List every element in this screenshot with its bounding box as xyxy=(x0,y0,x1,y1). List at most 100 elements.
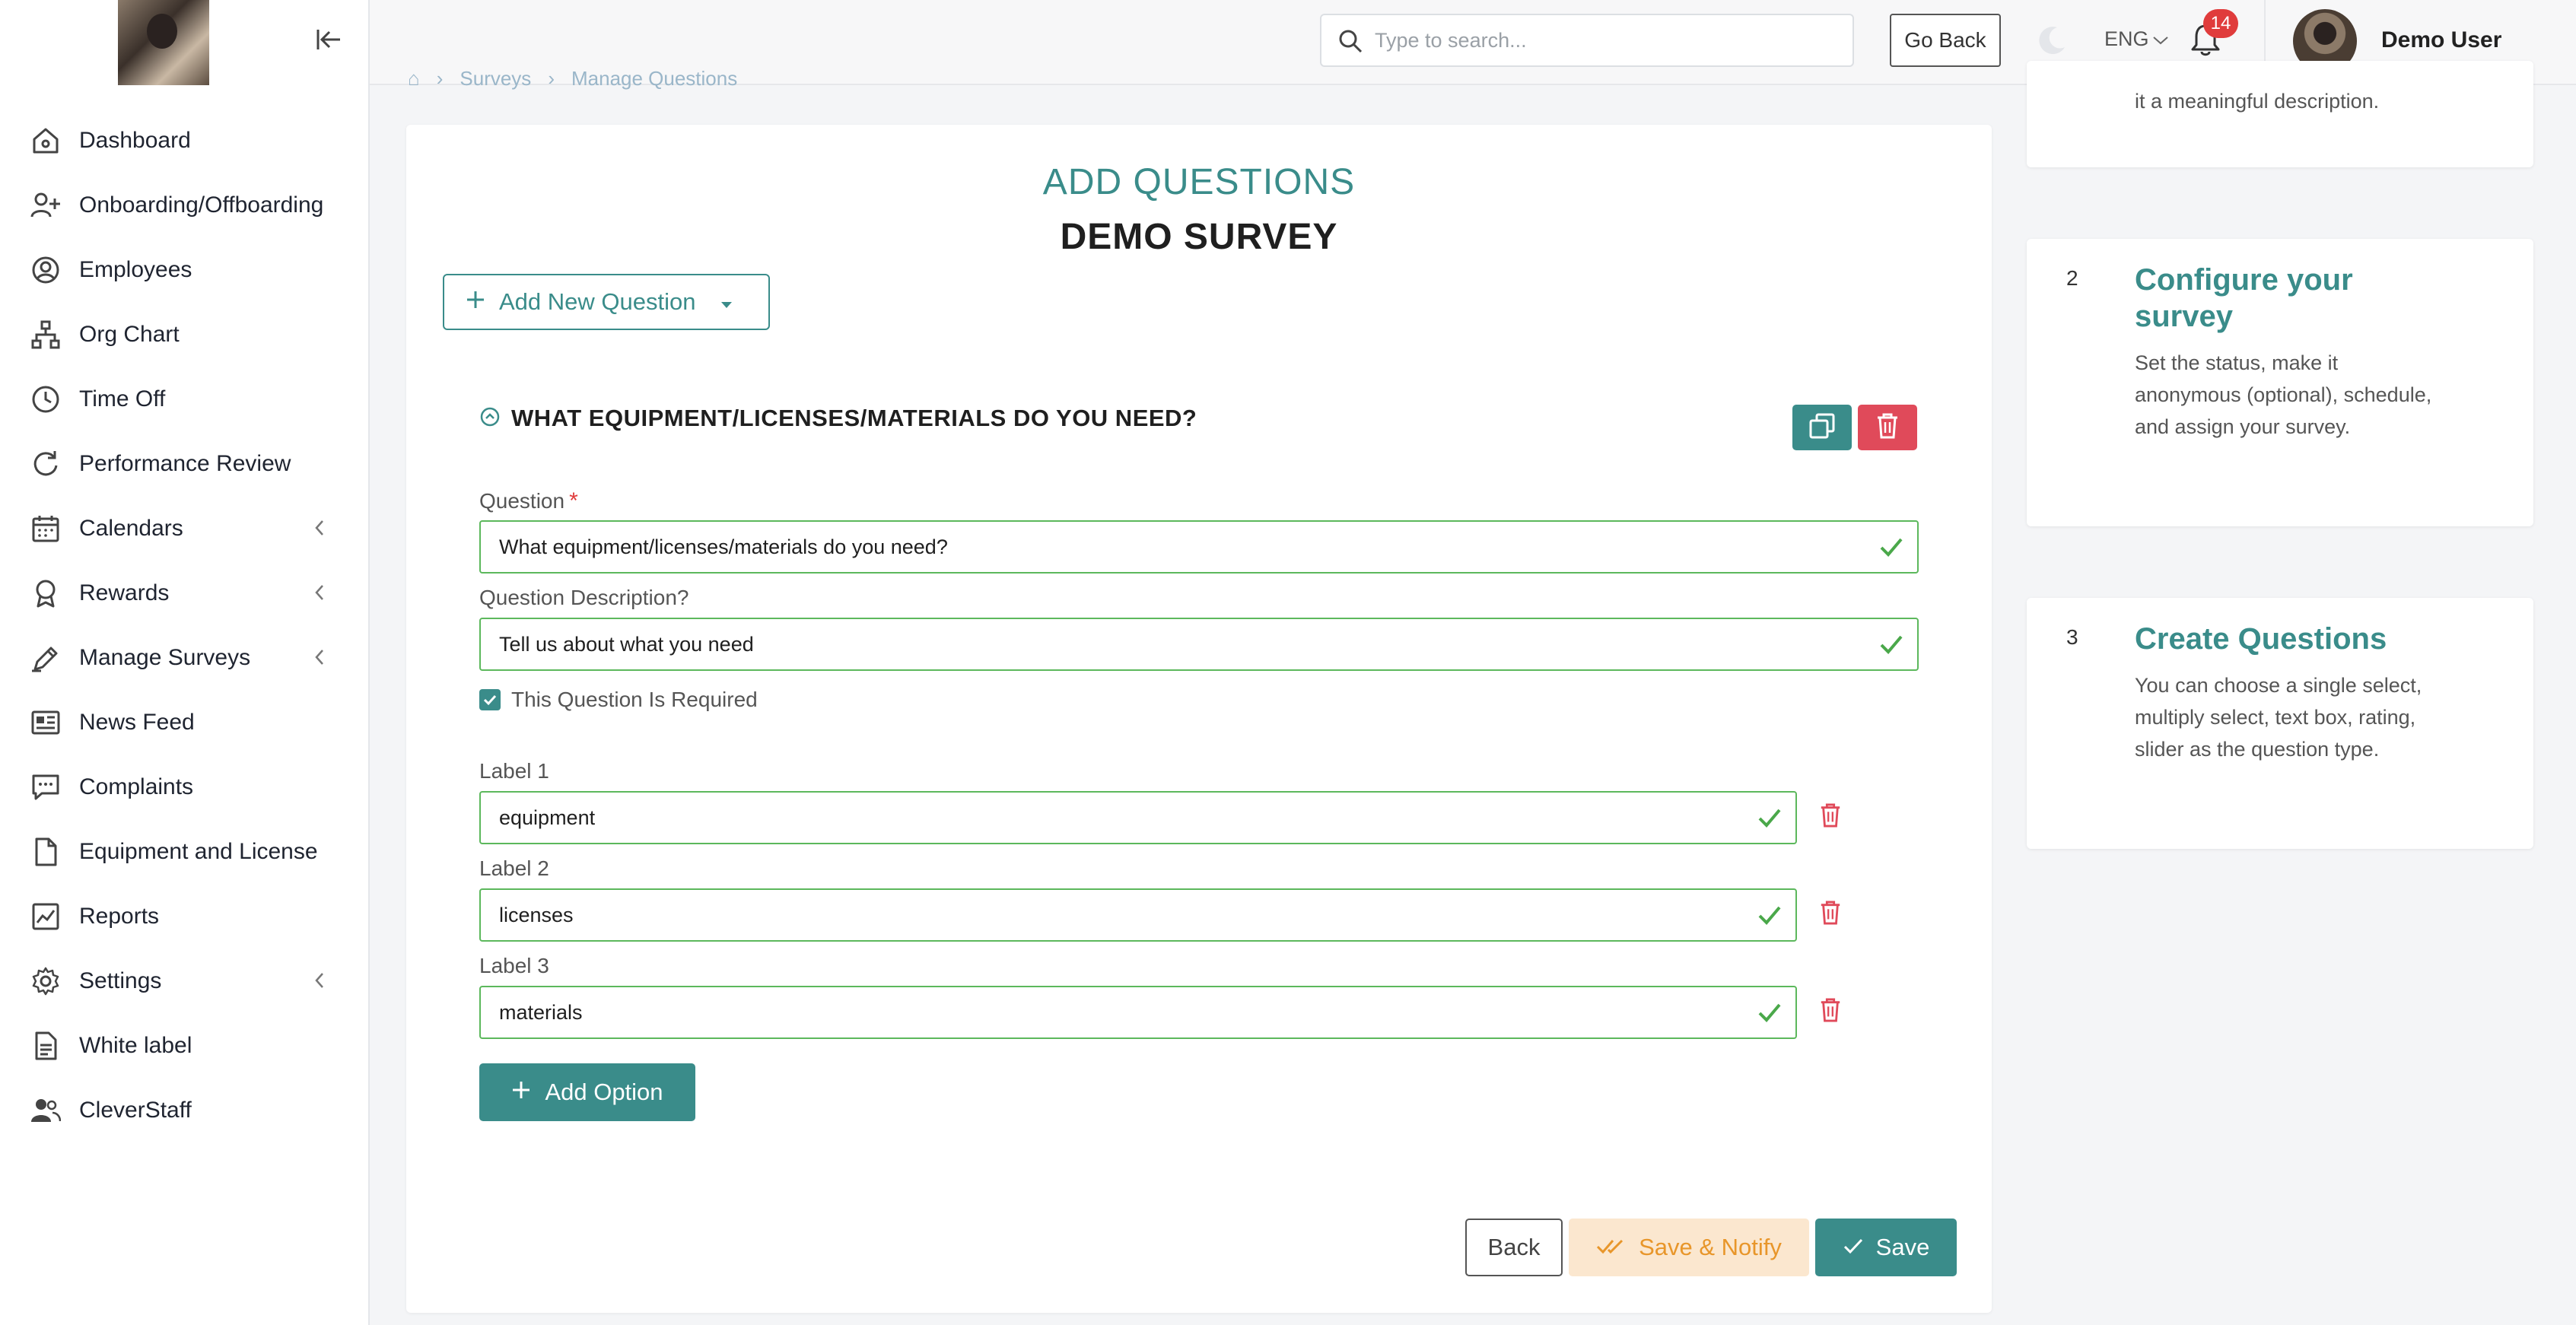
back-button[interactable]: Back xyxy=(1465,1219,1563,1276)
sidebar-item-time-off[interactable]: Time Off xyxy=(0,367,370,431)
step-description: You can choose a single select, multiply… xyxy=(2135,674,2422,761)
trash-icon xyxy=(1819,802,1842,833)
duplicate-question-button[interactable] xyxy=(1792,405,1852,450)
sidebar-item-label: Equipment and License xyxy=(79,838,318,864)
sidebar-item-label: Onboarding/Offboarding xyxy=(79,192,324,218)
save-notify-button[interactable]: Save & Notify xyxy=(1569,1219,1809,1276)
user-plus-icon xyxy=(29,189,62,222)
option-field[interactable] xyxy=(479,888,1797,942)
search-box[interactable] xyxy=(1320,14,1854,67)
sidebar-item-news-feed[interactable]: News Feed xyxy=(0,690,370,755)
check-icon xyxy=(1879,535,1903,562)
home-icon xyxy=(29,124,62,157)
chart-icon xyxy=(29,900,62,933)
option-input[interactable] xyxy=(499,903,1666,927)
chevron-down-icon xyxy=(2152,27,2169,51)
required-checkbox-label: This Question Is Required xyxy=(511,688,758,711)
notification-badge: 14 xyxy=(2203,9,2238,38)
collapse-sidebar-icon[interactable] xyxy=(312,23,345,56)
check-icon xyxy=(1757,904,1782,930)
double-check-icon xyxy=(1596,1234,1627,1261)
description-field[interactable] xyxy=(479,618,1919,671)
dark-mode-icon[interactable] xyxy=(2034,23,2069,58)
sidebar-item-label: Employees xyxy=(79,256,192,282)
option-input[interactable] xyxy=(499,1000,1666,1025)
calendar-icon xyxy=(29,512,62,545)
chevron-up-circle-icon xyxy=(479,406,501,431)
sidebar-item-equipment-license[interactable]: Equipment and License xyxy=(0,819,370,884)
sidebar-item-calendars[interactable]: Calendars xyxy=(0,496,370,561)
delete-option-button[interactable] xyxy=(1815,995,1846,1028)
user-name[interactable]: Demo User xyxy=(2381,27,2501,53)
page-title: ADD QUESTIONS xyxy=(1042,162,1356,202)
sidebar-item-rewards[interactable]: Rewards xyxy=(0,561,370,625)
sidebar-item-complaints[interactable]: Complaints xyxy=(0,755,370,819)
plus-icon xyxy=(466,288,485,316)
description-input[interactable] xyxy=(499,632,1776,656)
search-input[interactable] xyxy=(1375,28,1831,52)
sidebar-item-dashboard[interactable]: Dashboard xyxy=(0,108,370,173)
org-chart-icon xyxy=(29,318,62,351)
sidebar-item-reports[interactable]: Reports xyxy=(0,884,370,948)
breadcrumb-separator: › xyxy=(436,67,444,90)
gear-icon xyxy=(29,964,62,998)
step-description: it a meaningful description. xyxy=(2135,90,2380,113)
sidebar-item-cleverstaff[interactable]: CleverStaff xyxy=(0,1078,370,1142)
sidebar-item-label: News Feed xyxy=(79,709,195,735)
option-field[interactable] xyxy=(479,791,1797,844)
sidebar-item-manage-surveys[interactable]: Manage Surveys xyxy=(0,625,370,690)
chevron-left-icon xyxy=(307,968,332,993)
breadcrumb-item[interactable]: Surveys xyxy=(460,67,531,91)
sidebar-item-label: Complaints xyxy=(79,774,194,799)
go-back-button[interactable]: Go Back xyxy=(1890,14,2001,67)
delete-option-button[interactable] xyxy=(1815,898,1846,931)
sidebar-item-org-chart[interactable]: Org Chart xyxy=(0,302,370,367)
sidebar-item-white-label[interactable]: White label xyxy=(0,1013,370,1078)
question-field[interactable] xyxy=(479,520,1919,574)
required-checkbox[interactable]: This Question Is Required xyxy=(479,688,758,712)
language-selector[interactable]: ENG xyxy=(2104,27,2169,51)
add-option-button[interactable]: Add Option xyxy=(479,1063,695,1121)
option-field[interactable] xyxy=(479,986,1797,1039)
sidebar-item-label: Reports xyxy=(79,903,160,929)
step-number: 2 xyxy=(2066,266,2078,290)
user-circle-icon xyxy=(29,253,62,287)
question-label: Question * xyxy=(479,488,578,514)
sidebar-item-settings[interactable]: Settings xyxy=(0,948,370,1013)
chevron-left-icon xyxy=(307,580,332,605)
add-questions-card: ADD QUESTIONS DEMO SURVEY Add New Questi… xyxy=(406,125,1992,1313)
add-new-question-button[interactable]: Add New Question xyxy=(443,274,770,330)
save-button[interactable]: Save xyxy=(1815,1219,1957,1276)
delete-option-button[interactable] xyxy=(1815,800,1846,834)
step-title: Configure your survey xyxy=(2135,263,2353,333)
option-label: Label 2 xyxy=(479,856,549,880)
sidebar-item-label: Dashboard xyxy=(79,127,191,153)
delete-question-button[interactable] xyxy=(1858,405,1917,450)
award-icon xyxy=(29,577,62,610)
step-card-2: 2 Configure your survey Set the status, … xyxy=(2027,239,2533,526)
checkbox-checked-icon xyxy=(479,689,501,710)
description-label: Question Description? xyxy=(479,586,689,609)
refresh-icon xyxy=(29,447,62,481)
check-icon xyxy=(1757,1001,1782,1028)
question-collapse-toggle[interactable]: WHAT EQUIPMENT/LICENSES/MATERIALS DO YOU… xyxy=(479,405,1197,432)
add-new-question-label: Add New Question xyxy=(499,288,696,315)
check-icon xyxy=(1757,806,1782,833)
sidebar-item-onboarding[interactable]: Onboarding/Offboarding xyxy=(0,173,370,237)
option-input[interactable] xyxy=(499,805,1666,830)
company-logo[interactable] xyxy=(118,0,209,85)
newspaper-icon xyxy=(29,706,62,739)
sidebar: Dashboard Onboarding/Offboarding Employe… xyxy=(0,0,370,1325)
sidebar-item-performance-review[interactable]: Performance Review xyxy=(0,431,370,496)
add-option-label: Add Option xyxy=(545,1079,663,1105)
trash-icon xyxy=(1875,412,1900,443)
sidebar-item-employees[interactable]: Employees xyxy=(0,237,370,302)
save-label: Save xyxy=(1875,1234,1930,1260)
breadcrumb-item: Manage Questions xyxy=(571,67,738,90)
question-input[interactable] xyxy=(499,535,1776,559)
sidebar-menu: Dashboard Onboarding/Offboarding Employe… xyxy=(0,108,370,1142)
check-icon xyxy=(1879,633,1903,659)
chevron-left-icon xyxy=(307,645,332,669)
breadcrumb: ⌂ › Surveys › Manage Questions xyxy=(408,67,737,91)
home-icon[interactable]: ⌂ xyxy=(408,67,420,91)
